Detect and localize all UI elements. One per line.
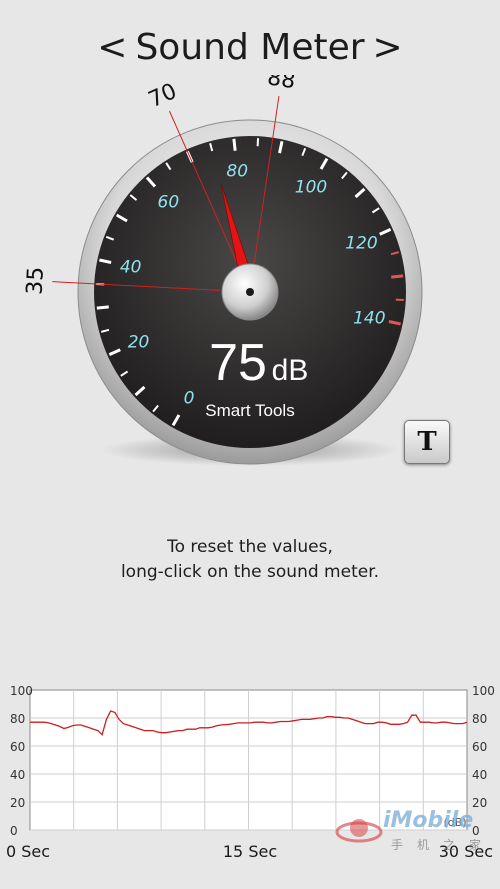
gauge-tick bbox=[391, 274, 404, 279]
prev-meter-arrow[interactable]: < bbox=[89, 27, 135, 68]
x-label-start: 0 Sec bbox=[6, 842, 50, 861]
graph-y-tick-left: 0 bbox=[10, 824, 18, 838]
graph-y-tick-right: 60 bbox=[472, 740, 487, 754]
gauge-scale-label: 60 bbox=[158, 192, 180, 212]
avg-db-marker-label: 70 bbox=[145, 79, 181, 113]
page-title: Sound Meter bbox=[135, 26, 365, 68]
hint-line-1: To reset the values, bbox=[167, 537, 333, 557]
x-label-mid: 15 Sec bbox=[223, 842, 277, 861]
gauge-scale-label: 0 bbox=[184, 389, 195, 409]
gauge-scale-label: 20 bbox=[128, 333, 150, 353]
graph-y-axis-left: 100 80 60 40 20 0 bbox=[10, 685, 33, 838]
gauge-hub-center bbox=[246, 288, 254, 296]
graph-y-tick-left: 60 bbox=[10, 740, 25, 754]
hint-line-2: long-click on the sound meter. bbox=[120, 562, 380, 582]
gauge-tick bbox=[96, 305, 109, 310]
gauge-scale-label: 140 bbox=[353, 308, 385, 328]
graph-y-tick-left: 20 bbox=[10, 796, 25, 810]
min-db-marker-label: 35 bbox=[23, 266, 49, 295]
graph-y-tick-left: 80 bbox=[10, 712, 25, 726]
brand-label: Smart Tools bbox=[205, 401, 294, 420]
gauge-scale-label: 40 bbox=[120, 258, 142, 278]
title-bar: < Sound Meter > bbox=[0, 22, 500, 72]
max-db-marker-label: 88 bbox=[266, 75, 297, 94]
watermark-subtitle: 手机之家 bbox=[391, 838, 496, 852]
graph-y-tick-right: 100 bbox=[472, 685, 495, 698]
gauge-scale-label: 80 bbox=[226, 162, 248, 182]
reset-hint: To reset the values, long-click on the s… bbox=[0, 535, 500, 585]
graph-y-tick-right: 80 bbox=[472, 712, 487, 726]
gauge-tick bbox=[232, 138, 237, 151]
graph-y-tick-left: 40 bbox=[10, 768, 25, 782]
graph-y-tick-right: 40 bbox=[472, 768, 487, 782]
imobile-logo-icon bbox=[335, 819, 383, 843]
next-meter-arrow[interactable]: > bbox=[365, 27, 411, 68]
watermark-brand: iMobile bbox=[383, 808, 474, 833]
gauge-scale-label: 100 bbox=[295, 177, 327, 197]
gauge-scale-label: 120 bbox=[345, 233, 377, 253]
t-button[interactable]: T bbox=[404, 420, 450, 464]
current-db-value: 75 bbox=[209, 334, 267, 392]
graph-y-tick-left: 100 bbox=[10, 685, 33, 698]
imobile-watermark: iMobile 手机之家 bbox=[335, 808, 495, 854]
current-db-unit: dB bbox=[272, 354, 309, 387]
